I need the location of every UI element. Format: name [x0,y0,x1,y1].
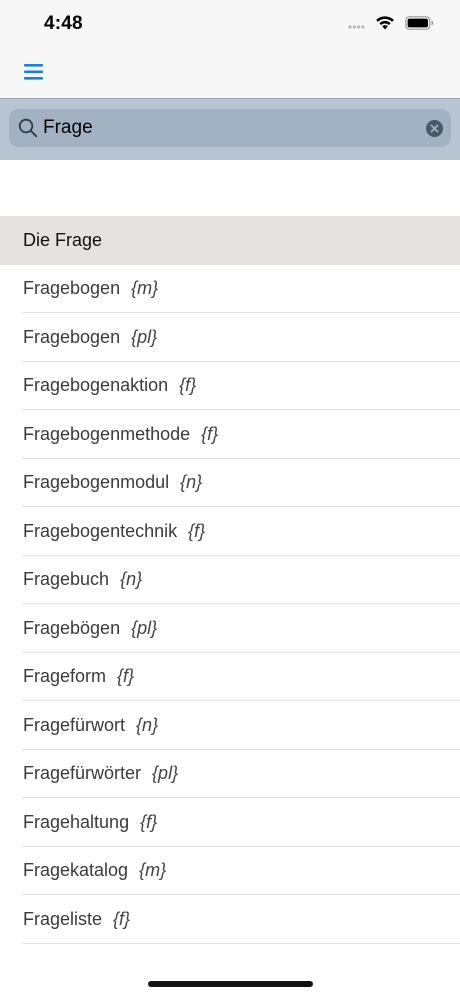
header-label: Die Frage [23,229,103,250]
list-item[interactable]: Fragebogen {m} [0,265,460,313]
gender-label: {f} [201,423,219,444]
word-label: Fragekatalog [23,860,129,881]
hamburger-menu-icon [24,64,43,80]
word-label: Fragebögen [23,617,121,638]
battery-icon [405,15,434,35]
status-bar: 4:48 [0,0,460,50]
list-item[interactable]: Fragebogen {pl} [0,313,460,362]
search-query[interactable]: Frage [43,117,93,139]
home-indicator [148,981,313,987]
gender-label: {pl} [152,763,179,784]
list-item[interactable]: Fragebogentechnik {f} [0,507,460,556]
word-label: Fragebuch [23,569,110,590]
results-list: Die Frage Fragebogen {m} Fragebogen {pl} Fra… [0,216,460,944]
search-bar: Frage [0,99,460,160]
list-item[interactable]: Fragekatalog {m} [0,847,460,895]
gender-label: {n} [120,569,143,590]
search-icon [18,118,38,138]
list-item[interactable]: Fragebuch {n} [0,556,460,604]
list-item[interactable]: Frageform {f} [0,653,460,701]
gender-label: {m} [139,860,167,881]
word-label: Frageliste [23,908,103,929]
gender-label: {f} [117,666,135,687]
menu-button[interactable] [24,63,48,85]
list-item[interactable]: Frageliste {f} [0,895,460,944]
word-label: Fragebogenaktion [23,375,169,396]
word-label: Fragefürwort [23,714,126,735]
gender-label: {f} [113,908,131,929]
list-item[interactable]: Fragebogenmethode {f} [0,410,460,459]
gender-label: {f} [140,811,158,832]
list-header-item[interactable]: Die Frage [0,216,460,265]
word-label: Fragebogen [23,326,121,347]
word-label: Frageform [23,666,107,687]
list-item[interactable]: Fragebogenmodul {n} [0,459,460,507]
word-label: Fragebogentechnik [23,520,178,541]
gender-label: {n} [136,714,159,735]
status-icons [348,15,434,35]
gender-label: {n} [180,472,203,493]
word-label: Fragefürwörter [23,763,142,784]
clear-icon[interactable] [426,120,443,137]
word-label: Fragebogenmethode [23,423,191,444]
row-divider [22,942,460,944]
gender-label: {m} [131,278,159,299]
wifi-icon [375,15,395,35]
list-item[interactable]: Fragebögen {pl} [0,604,460,653]
list-item[interactable]: Fragebogenaktion {f} [0,362,460,410]
word-label: Fragebogen [23,278,121,299]
screen: 4:48 Frage Die Frage Fragebogen {m} Frag… [0,0,460,996]
word-label: Fragebogenmodul [23,472,170,493]
gender-label: {f} [179,375,197,396]
search-input[interactable]: Frage [9,109,451,147]
status-time: 4:48 [44,13,83,34]
word-label: Fragehaltung [23,811,130,832]
list-item[interactable]: Fragefürwörter {pl} [0,750,460,798]
navigation-bar [0,50,460,99]
gender-label: {f} [188,520,206,541]
cellular-signal-icon [348,16,365,34]
list-item[interactable]: Fragefürwort {n} [0,701,460,750]
list-item[interactable]: Fragehaltung {f} [0,798,460,847]
result-items: Fragebogen {m} Fragebogen {pl} Fragebogenakt… [0,265,460,944]
gender-label: {pl} [131,326,158,347]
gender-label: {pl} [131,617,158,638]
